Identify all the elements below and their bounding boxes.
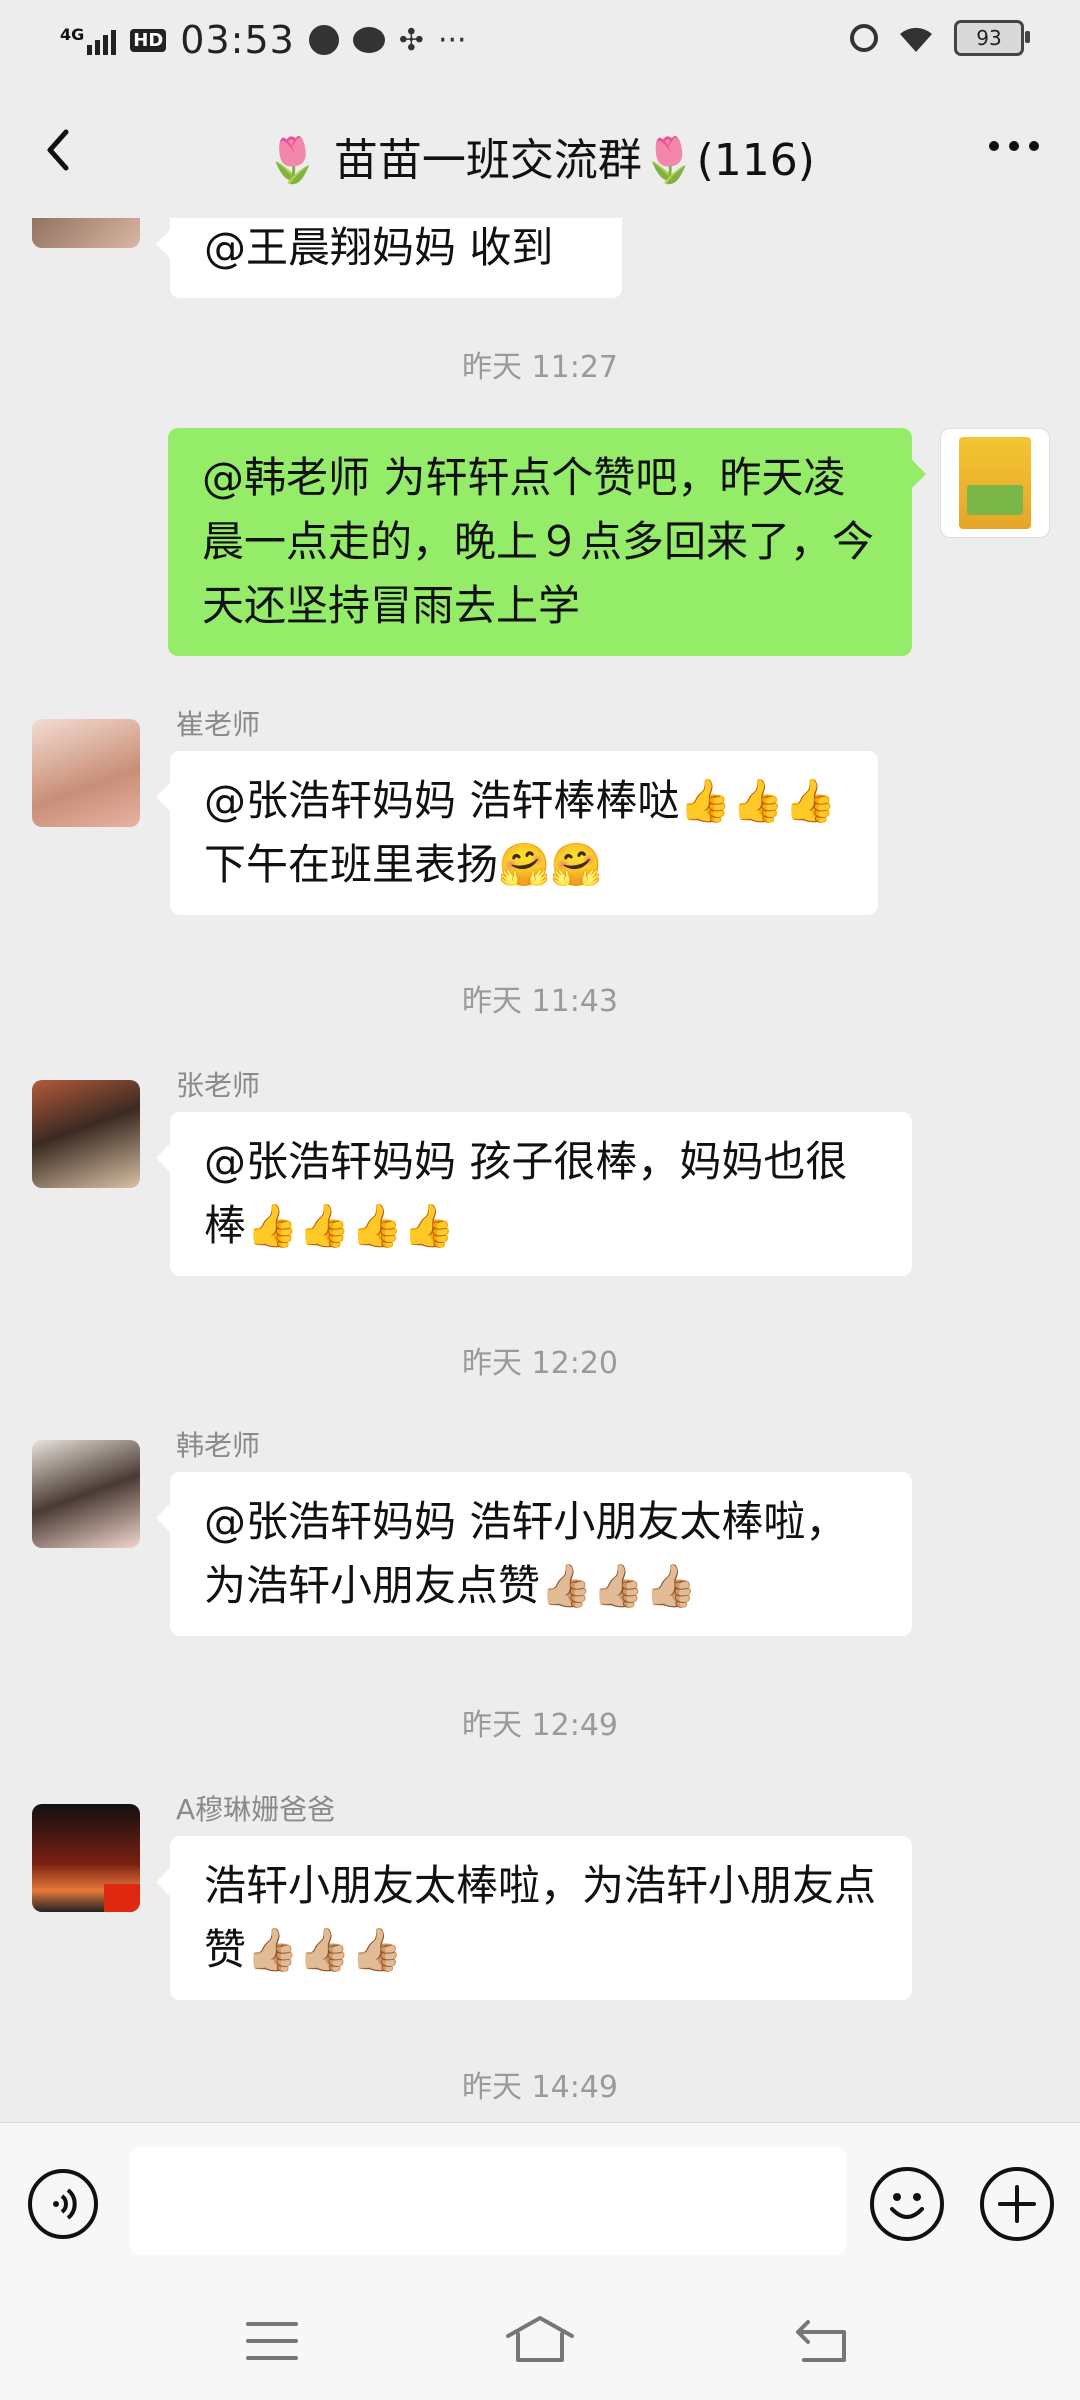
- message-list: @王晨翔妈妈 收到 昨天 11:27 @韩老师 为轩轩点个赞吧，昨天凌晨一点走的…: [0, 218, 1080, 2122]
- avatar[interactable]: [32, 1440, 140, 1548]
- hd-badge: HD: [130, 28, 167, 52]
- status-left: 4G HD 03:53 ✣ ···: [60, 18, 467, 62]
- more-status-icon: ···: [437, 22, 467, 58]
- message-bubble[interactable]: @王晨翔妈妈 收到: [156, 218, 622, 298]
- timestamp: 昨天 12:20: [462, 1346, 618, 1381]
- avatar[interactable]: [32, 719, 140, 827]
- system-navigation: [0, 2280, 1080, 2400]
- back-icon[interactable]: [790, 2312, 854, 2368]
- status-right: 93: [850, 20, 1030, 56]
- home-icon[interactable]: [502, 2310, 578, 2366]
- clock: 03:53: [180, 18, 295, 62]
- message-bubble[interactable]: @张浩轩妈妈 浩轩小朋友太棒啦，为浩轩小朋友点赞👍🏼👍🏼👍🏼: [156, 1472, 912, 1636]
- timestamp: 昨天 12:49: [462, 1708, 618, 1743]
- smiley-icon[interactable]: [870, 2167, 944, 2241]
- status-bar: 4G HD 03:53 ✣ ··· 93: [0, 0, 1080, 80]
- avatar[interactable]: [32, 218, 140, 248]
- sender-name: 张老师: [176, 1069, 261, 1102]
- speed-icon: [308, 25, 339, 55]
- chat-title: 🌷 苗苗一班交流群🌷(116): [265, 135, 815, 186]
- message-input[interactable]: [130, 2147, 846, 2255]
- fan-icon: ✣: [398, 22, 424, 58]
- avatar[interactable]: [32, 1080, 140, 1188]
- chat-header: 🌷 苗苗一班交流群🌷(116): [0, 80, 1080, 218]
- sender-name: A穆琳姗爸爸: [176, 1793, 336, 1826]
- avatar[interactable]: [940, 428, 1050, 538]
- timestamp: 昨天 11:43: [462, 984, 618, 1019]
- message-icon: [352, 27, 385, 53]
- battery-indicator: 93: [954, 20, 1030, 56]
- message-bubble[interactable]: 浩轩小朋友太棒啦，为浩轩小朋友点赞👍🏼👍🏼👍🏼: [156, 1836, 912, 2000]
- flag-badge: [104, 1884, 140, 1912]
- alarm-icon: [850, 24, 878, 52]
- network-label: 4G: [60, 25, 85, 44]
- wifi-icon: [900, 27, 932, 52]
- message-bubble[interactable]: @韩老师 为轩轩点个赞吧，昨天凌晨一点走的，晚上９点多回来了，今天还坚持冒雨去上…: [168, 428, 926, 656]
- more-horizontal-icon[interactable]: [984, 126, 1044, 166]
- message-bubble[interactable]: @张浩轩妈妈 孩子很棒，妈妈也很棒👍👍👍👍: [156, 1112, 912, 1276]
- plus-icon[interactable]: [980, 2167, 1054, 2241]
- timestamp: 昨天 11:27: [462, 350, 618, 385]
- voice-icon[interactable]: [28, 2169, 98, 2239]
- sender-name: 崔老师: [176, 708, 261, 741]
- menu-icon[interactable]: [242, 2316, 302, 2366]
- input-bar: [0, 2122, 1080, 2281]
- sender-name: 韩老师: [176, 1429, 261, 1462]
- avatar[interactable]: [32, 1804, 140, 1912]
- message-bubble[interactable]: @张浩轩妈妈 浩轩棒棒哒👍👍👍下午在班里表扬🤗🤗: [156, 751, 878, 915]
- signal-icon: 4G: [60, 25, 117, 55]
- timestamp: 昨天 14:49: [462, 2070, 618, 2105]
